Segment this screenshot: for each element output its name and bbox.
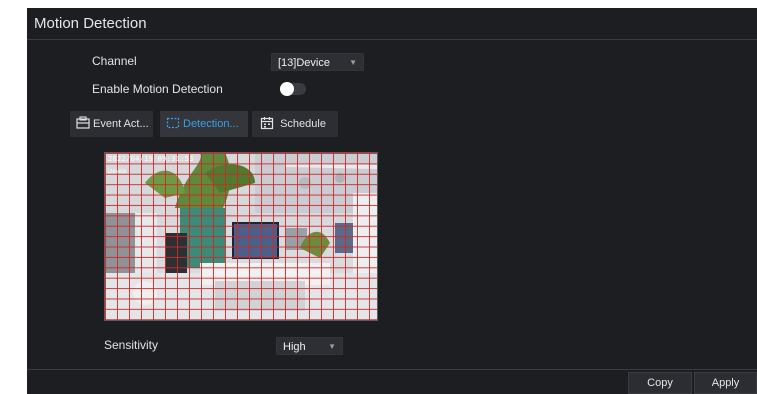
tab-schedule-label: Schedule [280, 118, 326, 130]
sensitivity-label: Sensitivity [104, 338, 159, 352]
title-divider [27, 39, 757, 40]
chevron-down-icon: ▼ [328, 342, 336, 351]
sensitivity-select-value: High [283, 341, 306, 353]
copy-button[interactable]: Copy [628, 372, 692, 394]
motion-detection-panel: Motion Detection Channel [13]Device ▼ En… [27, 8, 757, 394]
sensitivity-select[interactable]: High ▼ [276, 337, 343, 355]
enable-motion-toggle[interactable] [280, 82, 306, 96]
motion-detection-grid[interactable] [105, 153, 377, 320]
tab-event-action-label: Event Act... [93, 118, 149, 130]
osd-camera-name: Device [108, 169, 127, 175]
channel-select-value: [13]Device [278, 57, 330, 69]
osd-timestamp: 2022/04/19 09:31:53 [108, 155, 194, 163]
tab-detection-area-label: Detection... [183, 118, 239, 130]
detection-area-icon [166, 116, 180, 130]
tab-detection-area[interactable]: Detection... [160, 111, 248, 137]
chevron-down-icon: ▼ [349, 58, 357, 67]
calendar-icon [260, 116, 274, 130]
footer-divider [27, 369, 757, 370]
toggle-knob [280, 82, 294, 96]
apply-button[interactable]: Apply [694, 372, 757, 394]
tab-schedule[interactable]: Schedule [252, 111, 338, 137]
camera-preview[interactable]: 2022/04/19 09:31:53 Device [104, 152, 378, 321]
tab-event-action[interactable]: Event Act... [70, 111, 153, 137]
enable-motion-label: Enable Motion Detection [92, 82, 223, 96]
event-action-icon [76, 116, 90, 130]
page-title: Motion Detection [34, 15, 147, 32]
channel-label: Channel [92, 54, 137, 68]
channel-select[interactable]: [13]Device ▼ [271, 53, 364, 71]
